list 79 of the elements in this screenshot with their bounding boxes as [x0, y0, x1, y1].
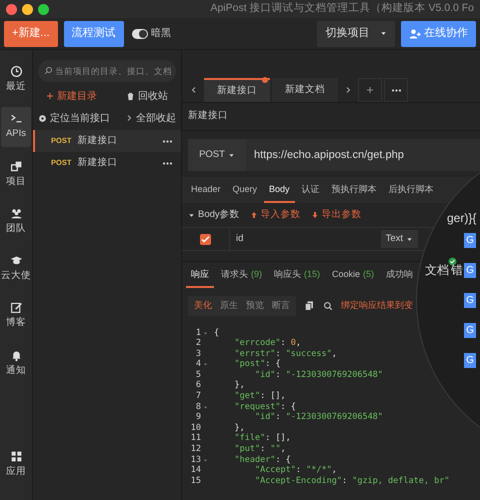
request-tab[interactable]: 预执行脚本 [326, 177, 382, 203]
code-line: "id": "-1230300769206548" [254, 370, 383, 380]
nav-item[interactable]: 云大使 [1, 249, 31, 288]
url-field[interactable]: https://echo.apipost.cn/get.php [246, 146, 404, 164]
doc-label: 文档 [425, 263, 449, 278]
line-number: 2 [194, 338, 202, 349]
window-title: ApiPost 接口调试与文档管理工具（构建版本 V5.0.0 Fo [210, 1, 474, 16]
line-number: 6 [194, 380, 202, 392]
line-number: 4 [182, 359, 208, 370]
line-number: 8 [182, 402, 208, 412]
dark-mode-label: 暗黑 [151, 26, 172, 41]
line-number: 13 [182, 454, 208, 466]
code-line: "Accept": "*/*", [254, 465, 337, 476]
param-name: id [235, 232, 244, 246]
nav-item[interactable]: 团队 [1, 202, 31, 241]
nav-item[interactable]: 最近 [1, 60, 31, 100]
line-number: 14 [190, 465, 202, 476]
nav-item[interactable]: APIs [1, 107, 31, 146]
line-number: 3 [194, 348, 202, 360]
letter-badge: G [464, 233, 476, 248]
code-line: }, [233, 380, 245, 392]
error-label: 错 [451, 263, 463, 278]
editor-tab[interactable]: 新建接口 [204, 78, 270, 102]
letter-badge: G [464, 353, 476, 368]
editor-tab[interactable]: 新建文档 [272, 78, 338, 102]
code-line: "id": "-1230300769206548" [254, 412, 383, 423]
code-line: "errcode": 0, [233, 338, 302, 349]
code-line: "get": [], [233, 391, 286, 402]
code-line: }, [233, 422, 245, 434]
response-tab[interactable]: 请求头 (9) [216, 262, 267, 288]
code-line: "file": [], [233, 433, 291, 444]
line-number: 7 [194, 391, 202, 402]
line-number: 5 [194, 370, 202, 380]
view-option[interactable]: 美化 [194, 299, 212, 312]
search-field[interactable]: 当前项目的目录、接口、文档 [38, 60, 176, 82]
view-option[interactable]: 原生 [220, 299, 238, 312]
recycle-bin-link[interactable]: 回收站 [126, 88, 168, 104]
letter-badge: G [464, 263, 476, 278]
bind-response-link[interactable]: 绑定响应结果到变 [341, 299, 413, 312]
code-line: "post": { [233, 359, 281, 370]
response-tab[interactable]: 成功响 [381, 262, 418, 288]
response-tab[interactable]: 响应头 (15) [269, 262, 326, 288]
nav-item[interactable]: 应用 [1, 444, 31, 484]
type-dropdown[interactable]: Text [380, 230, 418, 248]
line-number: 10 [190, 422, 202, 434]
export-params-link[interactable]: 导出参数 [310, 208, 362, 222]
switch-project-dropdown[interactable]: 切换项目 [317, 20, 396, 46]
method-dropdown[interactable]: POST [188, 139, 246, 171]
line-number: 15 [190, 476, 202, 486]
code-line: "Accept-Encoding": "gzip, deflate, br" [254, 476, 450, 486]
collapse-all-link[interactable]: 全部收起 [125, 110, 176, 126]
code-line: { [213, 328, 220, 338]
line-number: 12 [190, 444, 202, 455]
nav-item[interactable]: 通知 [1, 344, 31, 383]
code-line: "header": { [233, 454, 291, 466]
letter-badge: G [464, 293, 476, 308]
view-option[interactable]: 预览 [246, 299, 264, 312]
letter-badge: G [464, 323, 476, 338]
code-fragment: ger)}{ [447, 211, 476, 226]
request-tab[interactable]: Body [264, 177, 295, 203]
import-params-link[interactable]: 导入参数 [250, 208, 301, 222]
line-number: 11 [190, 433, 202, 444]
response-tab[interactable]: 响应 [186, 262, 214, 288]
code-line: "request": { [233, 402, 296, 412]
line-number: 1 [182, 328, 208, 338]
request-tab[interactable]: Header [186, 177, 226, 203]
code-line: "errstr": "success", [233, 348, 337, 360]
code-line: "put": "", [233, 444, 286, 455]
locate-link[interactable]: 定位当前接口 [38, 110, 110, 126]
nav-item[interactable]: 项目 [1, 154, 31, 194]
response-tab[interactable]: Cookie (5) [327, 262, 380, 288]
line-number: 9 [194, 412, 202, 423]
view-option[interactable]: 断言 [272, 299, 290, 312]
request-name: 新建接口 [182, 103, 480, 131]
body-params-toggle[interactable]: Body参数 [188, 208, 240, 222]
request-tab[interactable]: 认证 [296, 177, 325, 203]
nav-item[interactable]: 博客 [1, 296, 31, 336]
new-folder-link[interactable]: 新建目录 [46, 88, 97, 104]
request-tab[interactable]: Query [228, 177, 262, 203]
